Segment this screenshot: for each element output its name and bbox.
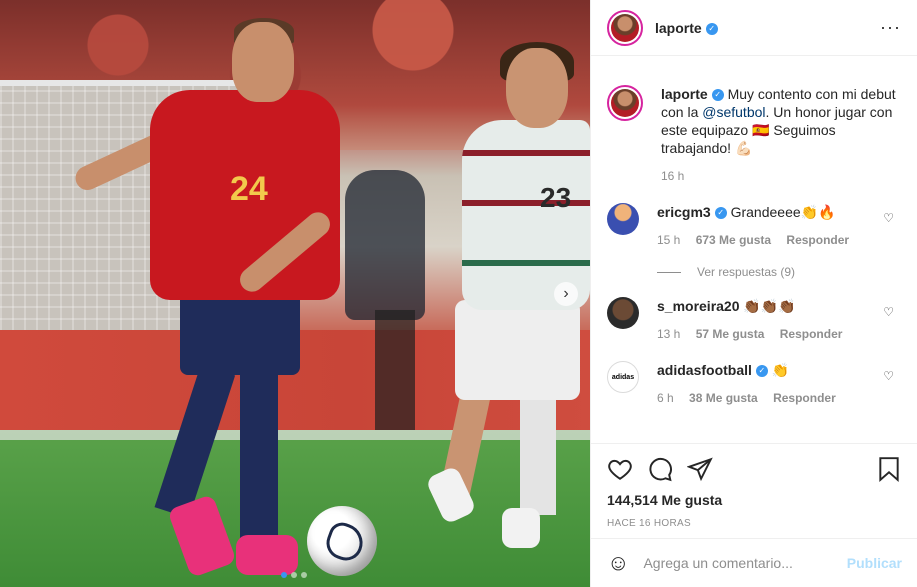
verified-icon: ✓ bbox=[705, 22, 718, 35]
comment-username[interactable]: ericgm3 bbox=[657, 204, 711, 220]
share-icon[interactable] bbox=[687, 456, 713, 482]
caption-mention[interactable]: @sefutbol bbox=[702, 104, 765, 120]
post-date: HACE 16 HORAS bbox=[607, 518, 691, 529]
comment-likes[interactable]: 38 Me gusta bbox=[689, 391, 758, 405]
likes-count[interactable]: 144,514 Me gusta bbox=[607, 492, 902, 508]
comment-likes[interactable]: 57 Me gusta bbox=[696, 327, 765, 341]
carousel-dots bbox=[281, 572, 307, 578]
like-comment-icon[interactable]: ♡ bbox=[883, 211, 894, 225]
reply-button[interactable]: Responder bbox=[780, 327, 843, 341]
commenter-avatar[interactable] bbox=[607, 297, 639, 329]
comment-text: 👏 bbox=[771, 362, 790, 378]
more-options-icon[interactable]: ··· bbox=[880, 17, 901, 38]
comment-time: 6 h bbox=[657, 391, 674, 405]
player-spain-head bbox=[232, 22, 294, 102]
reply-button[interactable]: Responder bbox=[786, 233, 849, 247]
replies-divider bbox=[657, 271, 681, 273]
reply-button[interactable]: Responder bbox=[773, 391, 836, 405]
comment-time: 13 h bbox=[657, 327, 681, 341]
author-avatar[interactable] bbox=[607, 9, 643, 46]
verified-icon: ✓ bbox=[714, 207, 727, 220]
comment-icon[interactable] bbox=[647, 456, 673, 482]
comment-item: adidas adidasfootball ✓ 👏 6 h 38 Me gusta… bbox=[607, 361, 902, 407]
comment-likes[interactable]: 673 Me gusta bbox=[696, 233, 771, 247]
verified-icon: ✓ bbox=[755, 365, 768, 378]
player-portugal-shirt bbox=[462, 120, 590, 310]
player-spain-boot bbox=[236, 535, 298, 575]
view-replies[interactable]: Ver respuestas (9) bbox=[657, 265, 902, 279]
carousel-dot bbox=[291, 572, 297, 578]
post-photo[interactable]: 23 24 › bbox=[0, 0, 590, 587]
heart-icon[interactable] bbox=[607, 456, 633, 482]
view-replies-label: Ver respuestas (9) bbox=[697, 265, 796, 279]
adidas-logo-avatar[interactable]: adidas bbox=[607, 361, 639, 393]
post-panel: laporte ✓ ··· laporte ✓ Muy contento con m… bbox=[590, 0, 917, 587]
commenter-avatar[interactable] bbox=[607, 203, 639, 235]
carousel-dot-active bbox=[281, 572, 287, 578]
player-portugal-leg bbox=[520, 395, 556, 515]
background-player bbox=[345, 170, 425, 320]
author-avatar[interactable] bbox=[607, 85, 643, 121]
like-comment-icon[interactable]: ♡ bbox=[883, 369, 894, 383]
emoji-icon[interactable]: ☺ bbox=[607, 550, 629, 576]
comment-time: 15 h bbox=[657, 233, 681, 247]
add-comment-bar: ☺ Publicar bbox=[591, 538, 917, 587]
publish-button[interactable]: Publicar bbox=[847, 555, 902, 571]
comments-section: laporte ✓ Muy contento con mi debut con l… bbox=[591, 57, 917, 442]
caption-time: 16 h bbox=[661, 169, 685, 183]
caption: laporte ✓ Muy contento con mi debut con l… bbox=[607, 85, 902, 185]
post-actions: 144,514 Me gusta HACE 16 HORAS bbox=[591, 443, 917, 529]
comment-item: s_moreira20 👏🏾👏🏾👏🏾 13 h 57 Me gusta Resp… bbox=[607, 297, 902, 343]
carousel-dot bbox=[301, 572, 307, 578]
comment-text: 👏🏾👏🏾👏🏾 bbox=[743, 298, 796, 314]
comment-input[interactable] bbox=[643, 555, 847, 571]
player-portugal-head bbox=[506, 48, 568, 128]
player-portugal-number: 23 bbox=[540, 182, 572, 213]
bookmark-icon[interactable] bbox=[876, 456, 902, 482]
comment-username[interactable]: adidasfootball bbox=[657, 362, 752, 378]
player-spain-leg bbox=[240, 370, 278, 540]
player-spain-number: 24 bbox=[230, 170, 268, 208]
comment-text: Grandeeee👏🔥 bbox=[730, 204, 836, 220]
player-portugal-shorts bbox=[455, 300, 580, 400]
author-username[interactable]: laporte ✓ bbox=[655, 20, 718, 36]
next-photo-button[interactable]: › bbox=[554, 282, 578, 306]
football bbox=[307, 506, 377, 576]
verified-icon: ✓ bbox=[711, 89, 724, 102]
caption-username[interactable]: laporte bbox=[661, 86, 708, 102]
comment-username[interactable]: s_moreira20 bbox=[657, 298, 740, 314]
post-header: laporte ✓ ··· bbox=[591, 0, 917, 56]
background-player-legs bbox=[375, 310, 415, 430]
pitch-line bbox=[0, 430, 590, 440]
player-portugal-boot bbox=[502, 508, 540, 548]
comment-item: ericgm3 ✓ Grandeeee👏🔥 15 h 673 Me gusta R… bbox=[607, 203, 902, 249]
like-comment-icon[interactable]: ♡ bbox=[883, 305, 894, 319]
